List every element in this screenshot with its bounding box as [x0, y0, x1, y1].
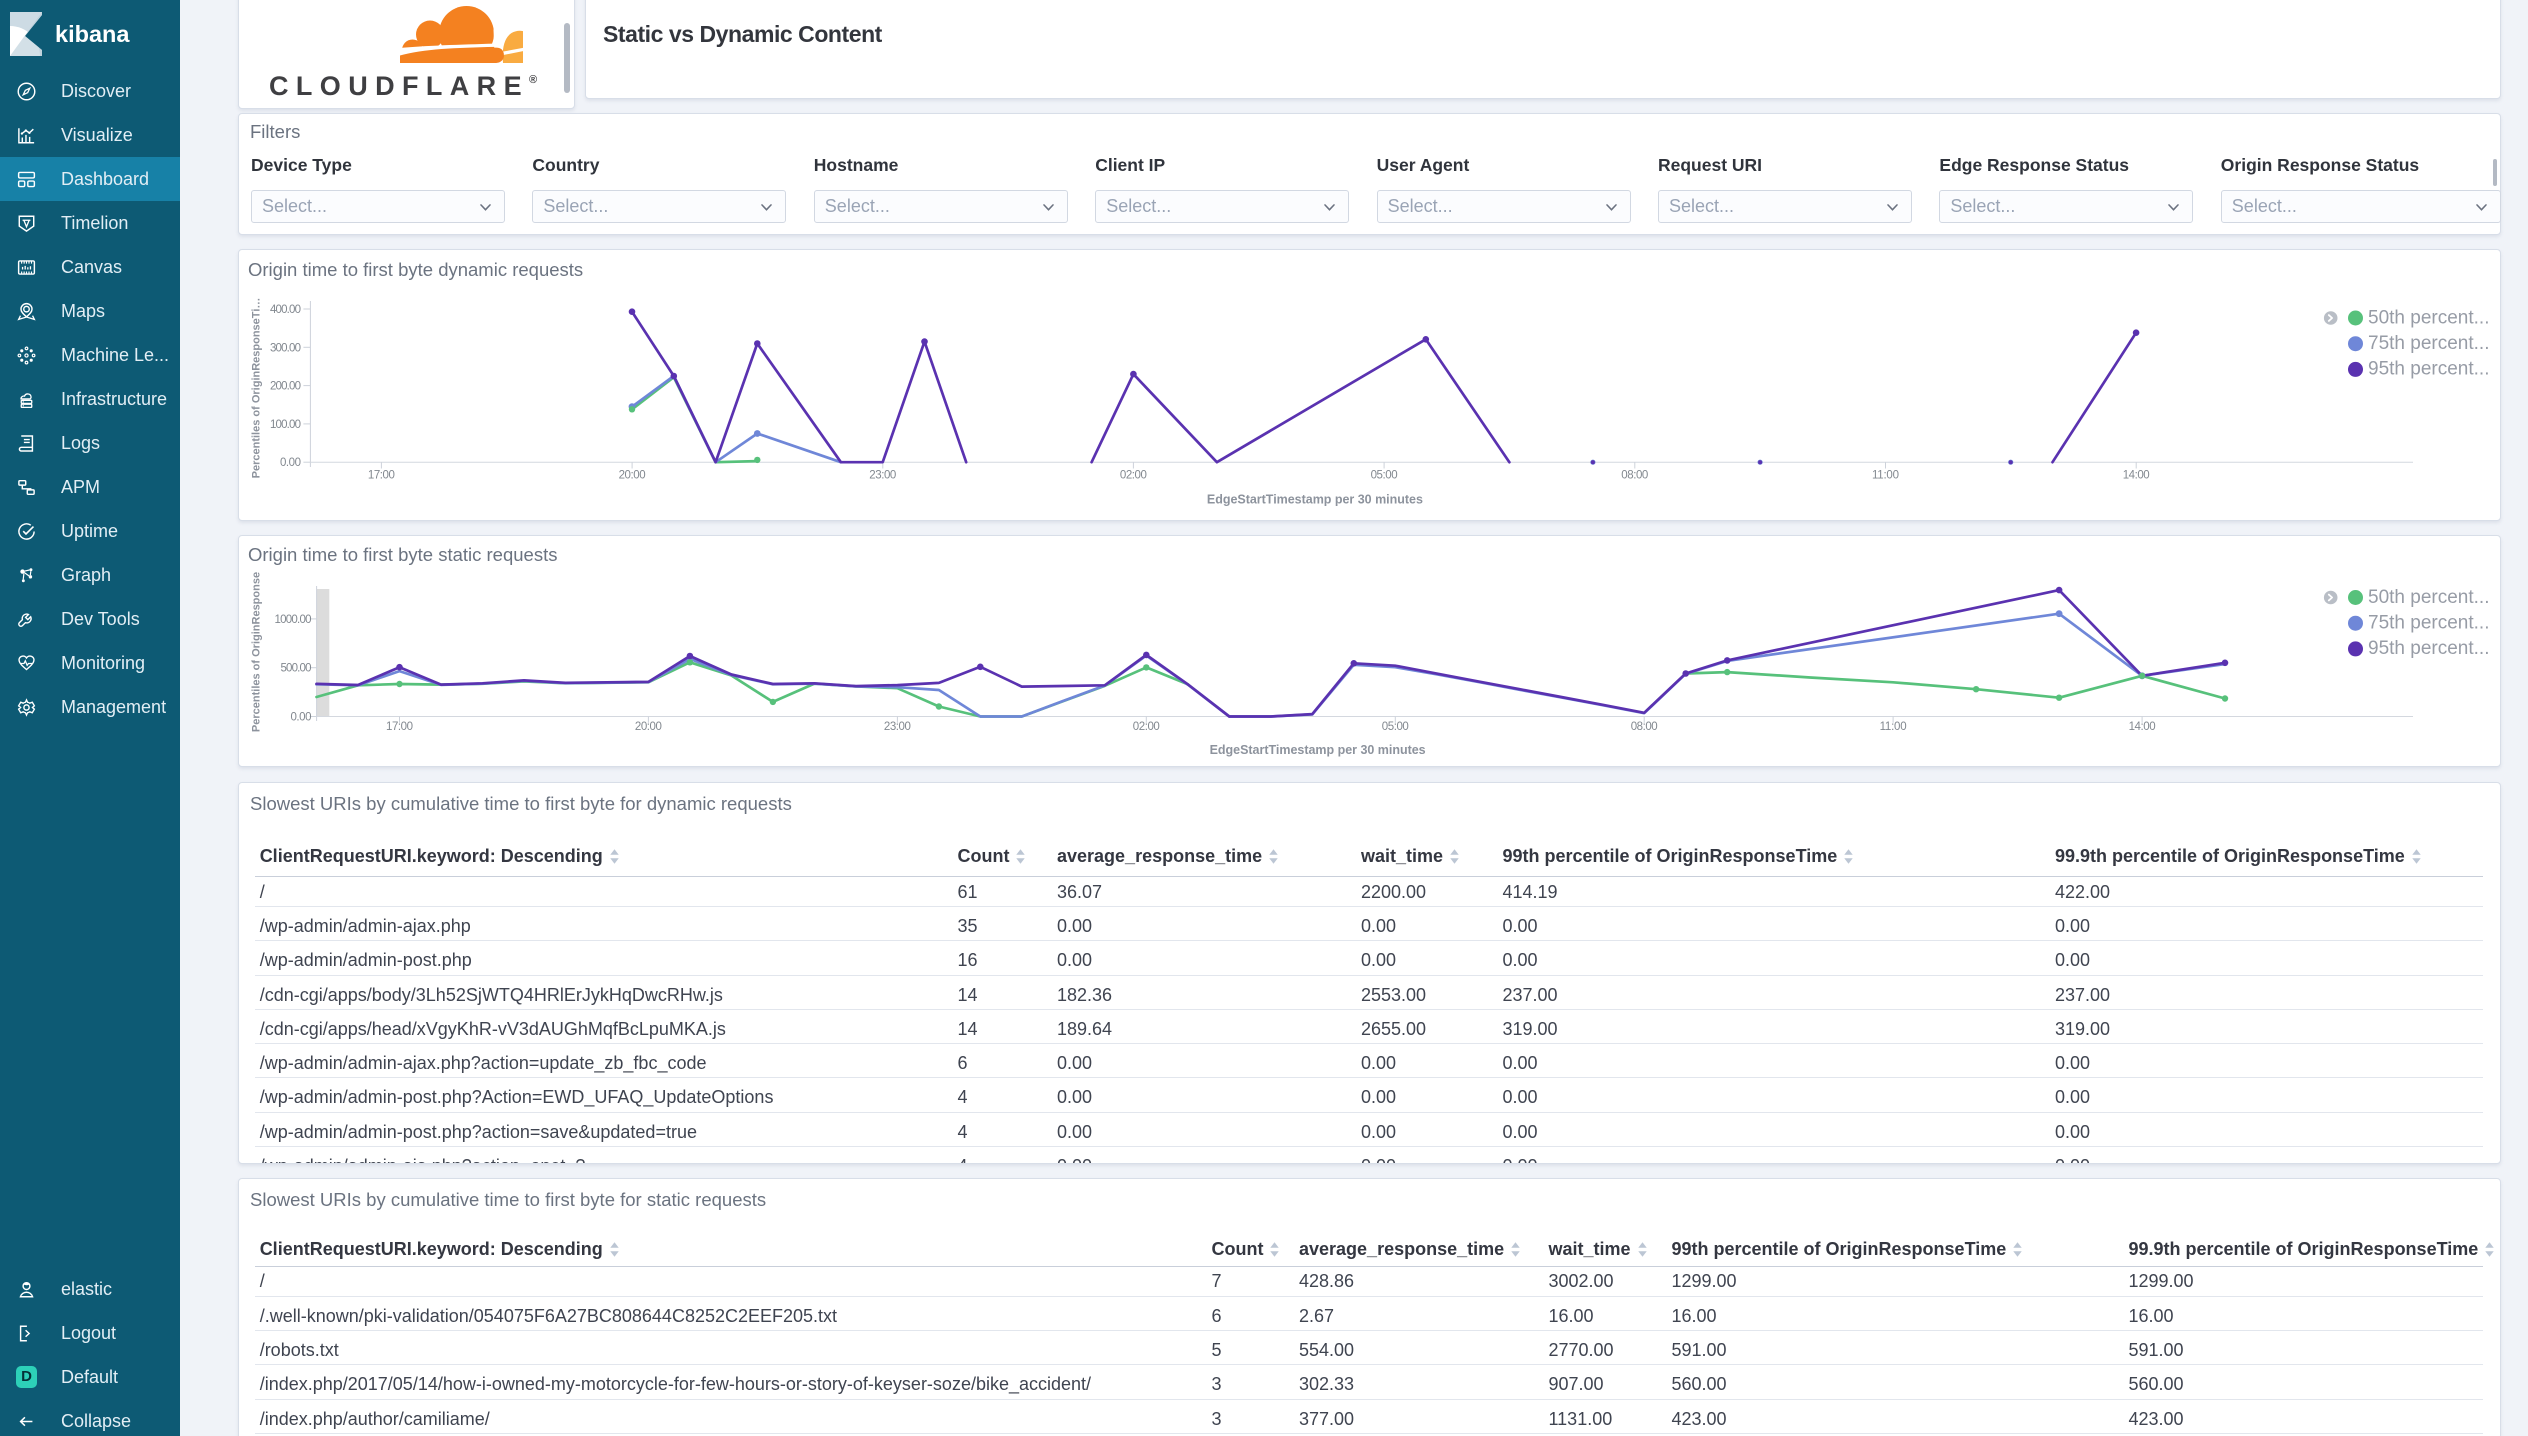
svg-text:95th percent...: 95th percent...: [2368, 359, 2489, 380]
svg-text:17:00: 17:00: [368, 469, 395, 481]
svg-text:1000.00: 1000.00: [275, 614, 312, 626]
svg-text:100.00: 100.00: [270, 419, 301, 431]
svg-text:300.00: 300.00: [270, 342, 301, 354]
svg-text:05:00: 05:00: [1371, 469, 1398, 481]
svg-text:23:00: 23:00: [884, 721, 911, 733]
svg-text:95th percent...: 95th percent...: [2368, 638, 2489, 659]
svg-text:08:00: 08:00: [1621, 469, 1648, 481]
svg-text:50th percent...: 50th percent...: [2368, 307, 2489, 328]
svg-text:23:00: 23:00: [869, 469, 896, 481]
svg-text:17:00: 17:00: [386, 721, 413, 733]
svg-text:20:00: 20:00: [619, 469, 646, 481]
svg-text:0.00: 0.00: [280, 457, 301, 469]
svg-text:11:00: 11:00: [1880, 721, 1907, 733]
svg-text:14:00: 14:00: [2129, 721, 2156, 733]
svg-text:75th percent...: 75th percent...: [2368, 613, 2489, 634]
svg-text:02:00: 02:00: [1133, 721, 1160, 733]
svg-text:08:00: 08:00: [1631, 721, 1658, 733]
svg-text:200.00: 200.00: [270, 381, 301, 393]
svg-text:02:00: 02:00: [1120, 469, 1147, 481]
svg-text:EdgeStartTimestamp per 30 minu: EdgeStartTimestamp per 30 minutes: [1207, 493, 1423, 507]
svg-text:50th percent...: 50th percent...: [2368, 587, 2489, 608]
svg-text:Percentiles of OriginResponse: Percentiles of OriginResponse: [251, 572, 263, 732]
svg-text:EdgeStartTimestamp per 30 minu: EdgeStartTimestamp per 30 minutes: [1210, 743, 1426, 757]
svg-text:400.00: 400.00: [270, 304, 301, 316]
svg-text:Percentiles of OriginResponseT: Percentiles of OriginResponseTi…: [251, 298, 263, 479]
svg-text:05:00: 05:00: [1382, 721, 1409, 733]
svg-text:11:00: 11:00: [1872, 469, 1899, 481]
svg-text:0.00: 0.00: [291, 712, 312, 724]
svg-text:500.00: 500.00: [281, 663, 312, 675]
svg-text:20:00: 20:00: [635, 721, 662, 733]
svg-text:75th percent...: 75th percent...: [2368, 333, 2489, 354]
svg-text:14:00: 14:00: [2123, 469, 2150, 481]
